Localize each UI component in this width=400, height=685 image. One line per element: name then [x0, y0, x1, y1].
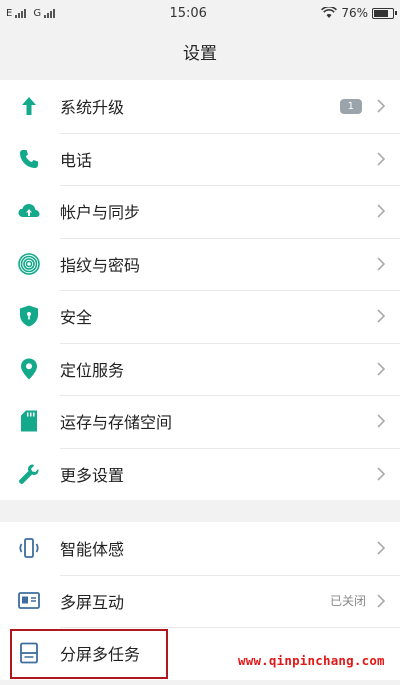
location-pin-icon [16, 356, 42, 382]
arrow-up-icon [16, 93, 42, 119]
wrench-icon [16, 461, 42, 487]
settings-item-system-update[interactable]: 系统升级 1 [0, 80, 400, 133]
sd-card-icon [16, 408, 42, 434]
battery-icon [372, 7, 397, 19]
settings-item-smart-motion[interactable]: 智能体感 [0, 522, 400, 575]
chevron-right-icon [377, 414, 386, 428]
settings-item-label: 多屏互动 [60, 592, 125, 612]
chevron-right-icon [377, 309, 386, 323]
settings-item-multi-screen[interactable]: 多屏互动 已关闭 [0, 574, 400, 628]
settings-item-label: 安全 [60, 308, 93, 328]
watermark-text: www.qinpinchang.com [238, 653, 385, 668]
settings-item-label: 指纹与密码 [60, 255, 141, 275]
signal-indicators: E G [6, 7, 56, 19]
multi-screen-icon [16, 588, 42, 614]
shield-icon [16, 303, 42, 329]
status-bar: E G 15:06 76% [0, 0, 400, 26]
phone-motion-icon [16, 535, 42, 561]
split-screen-icon [16, 640, 42, 666]
settings-group-main: 系统升级 1 电话 帐户与同步 指纹与密码 安全 定位服务 运存与存储空间 更多… [0, 80, 400, 500]
chevron-right-icon [377, 541, 386, 555]
status-right: 76% [321, 6, 397, 20]
chevron-right-icon [377, 594, 386, 608]
wifi-icon [321, 7, 338, 18]
chevron-right-icon [377, 99, 386, 113]
multi-screen-status: 已关闭 [329, 594, 366, 609]
chevron-right-icon [377, 257, 386, 271]
chevron-right-icon [377, 204, 386, 218]
settings-item-memory-storage[interactable]: 运存与存储空间 [0, 395, 400, 448]
settings-item-label: 电话 [60, 150, 93, 170]
signal-bars-2-icon [44, 8, 56, 18]
cloud-icon [16, 198, 42, 224]
settings-item-accounts-sync[interactable]: 帐户与同步 [0, 185, 400, 238]
carrier-2-label: G [33, 7, 42, 19]
settings-item-label: 更多设置 [60, 465, 125, 485]
settings-item-label: 智能体感 [60, 540, 125, 560]
settings-item-fingerprint-password[interactable]: 指纹与密码 [0, 237, 400, 291]
carrier-1-label: E [6, 7, 13, 19]
settings-item-phone[interactable]: 电话 [0, 132, 400, 186]
update-count-badge: 1 [339, 98, 362, 114]
chevron-right-icon [377, 152, 386, 166]
battery-percent: 76% [341, 6, 368, 20]
settings-item-label: 运存与存储空间 [60, 413, 173, 433]
fingerprint-icon [16, 251, 42, 277]
settings-item-location[interactable]: 定位服务 [0, 342, 400, 396]
signal-bars-icon [15, 8, 27, 18]
settings-item-label: 帐户与同步 [60, 203, 141, 223]
settings-item-label: 系统升级 [60, 98, 125, 118]
clock: 15:06 [169, 5, 207, 21]
settings-item-security[interactable]: 安全 [0, 290, 400, 343]
page-title-bar: 设置 [0, 26, 400, 76]
settings-item-label: 定位服务 [60, 360, 125, 380]
page-title: 设置 [183, 43, 217, 64]
settings-item-more-settings[interactable]: 更多设置 [0, 447, 400, 501]
chevron-right-icon [377, 467, 386, 481]
phone-icon [16, 146, 42, 172]
chevron-right-icon [377, 362, 386, 376]
